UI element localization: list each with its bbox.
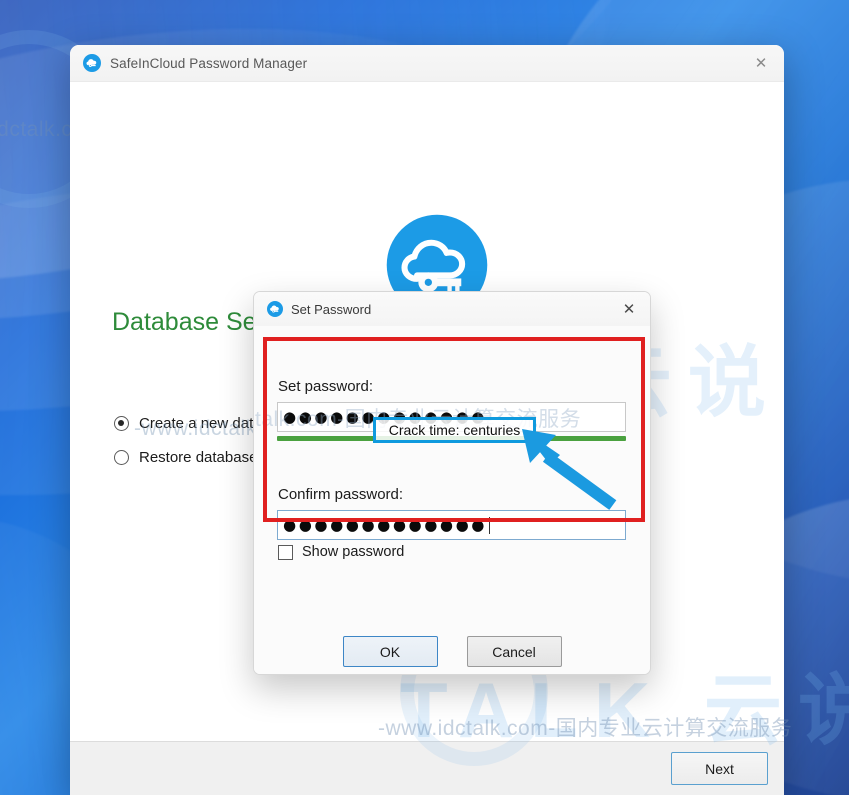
text-caret (488, 516, 490, 534)
show-password-checkbox[interactable]: Show password (278, 544, 404, 560)
radio-indicator-icon (114, 416, 129, 431)
set-password-label: Set password: (278, 378, 374, 395)
set-password-dialog: Set Password ✕ Set password: ●●●●●●●●●●●… (253, 291, 651, 675)
radio-indicator-icon (114, 450, 129, 465)
cancel-button[interactable]: Cancel (466, 636, 562, 667)
checkbox-indicator-icon (278, 544, 293, 560)
close-icon[interactable]: ✕ (738, 45, 784, 81)
next-button[interactable]: Next (671, 752, 768, 785)
dialog-body: Set password: ●●●●●●●●●●●●● Confirm pass… (254, 326, 650, 674)
annotation-callout-crack-time: Crack time: centuries (373, 417, 536, 443)
confirm-password-value: ●●●●●●●●●●●●● (283, 515, 487, 534)
ok-button[interactable]: OK (342, 636, 438, 667)
confirm-password-input[interactable]: ●●●●●●●●●●●●● (277, 510, 626, 540)
show-password-label: Show password (302, 544, 405, 560)
safeincloud-cloud-key-icon (267, 301, 283, 317)
app-titlebar[interactable]: SafeInCloud Password Manager ✕ (70, 45, 784, 82)
confirm-password-label: Confirm password: (278, 486, 404, 503)
dialog-titlebar[interactable]: Set Password ✕ (254, 292, 650, 326)
app-title: SafeInCloud Password Manager (110, 55, 308, 71)
app-footer: Next (70, 741, 784, 795)
dialog-button-row: OK Cancel (254, 636, 650, 667)
safeincloud-cloud-key-icon (83, 54, 101, 72)
close-icon[interactable]: ✕ (608, 292, 650, 326)
dialog-title: Set Password (291, 301, 372, 317)
